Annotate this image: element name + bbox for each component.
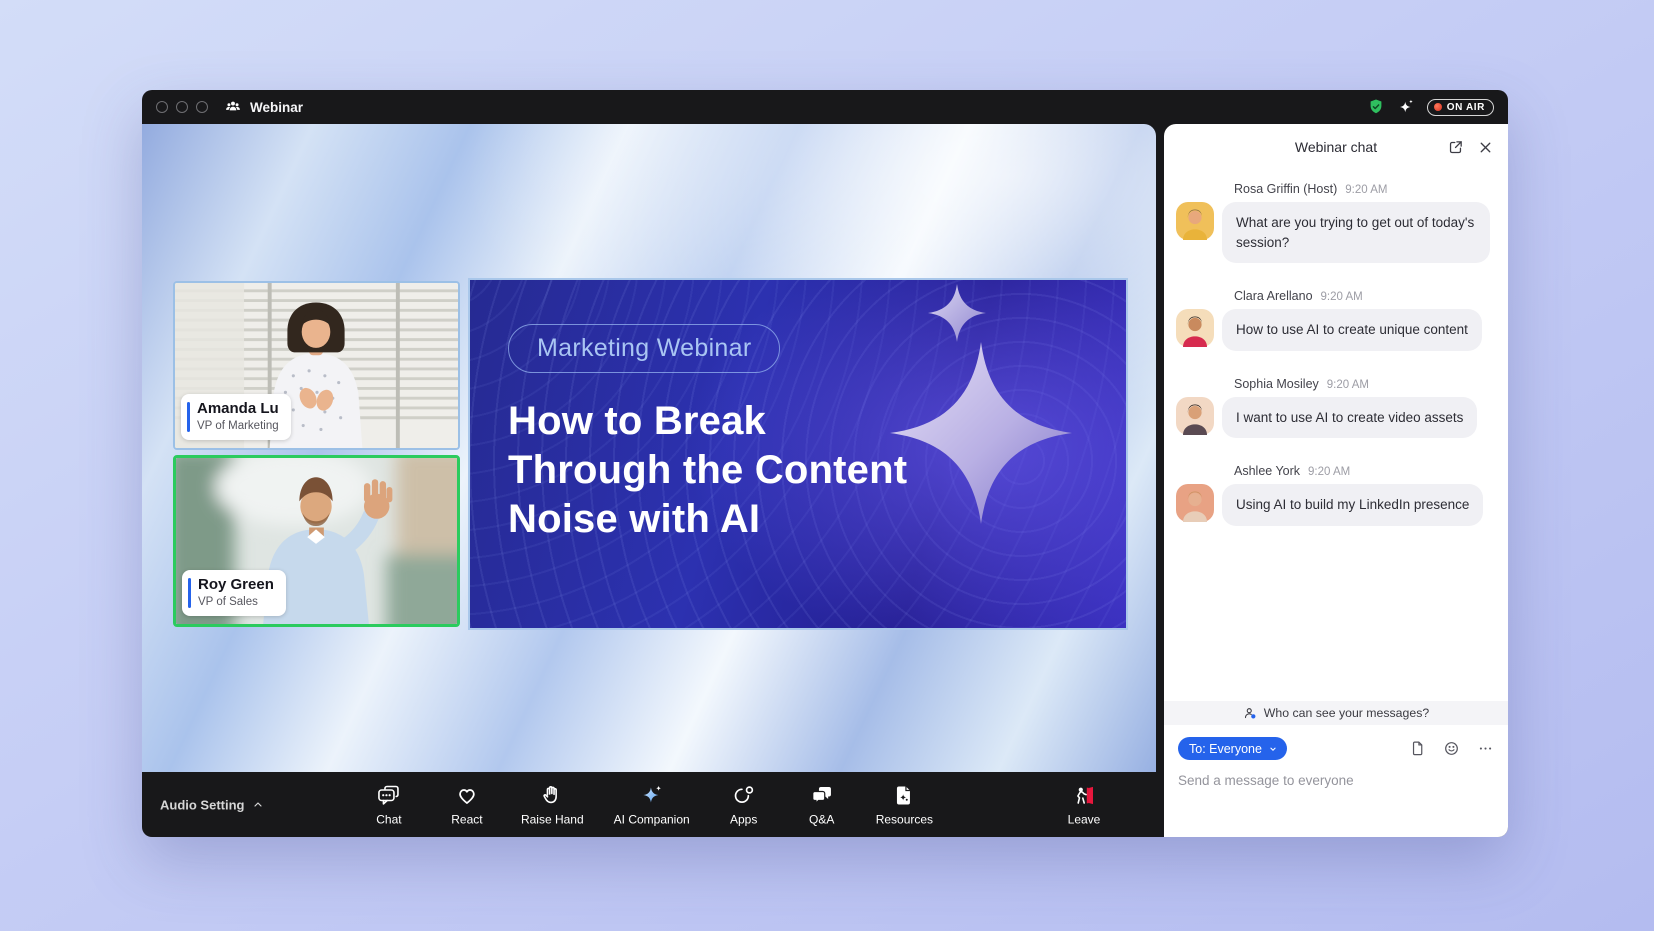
group-icon <box>224 98 242 116</box>
chat-message: Clara Arellano 9:20 AM How to use AI to c… <box>1176 289 1492 351</box>
desktop-background: Webinar ON AIR <box>0 0 1654 931</box>
message-time: 9:20 AM <box>1345 184 1387 196</box>
person-privacy-icon <box>1243 706 1258 721</box>
raised-hand-icon <box>540 783 564 807</box>
audio-setting-label: Audio Setting <box>160 797 245 812</box>
chat-message: Ashlee York 9:20 AM Using AI to build my … <box>1176 464 1492 526</box>
speaker-tile-roy[interactable]: Roy Green VP of Sales <box>173 455 460 627</box>
avatar <box>1176 484 1214 522</box>
ai-sparkle-icon <box>640 783 664 807</box>
chevron-up-icon <box>252 799 264 811</box>
avatar <box>1176 397 1214 435</box>
avatar <box>1176 309 1214 347</box>
video-stage: Amanda Lu VP of Marketing <box>142 124 1156 772</box>
sender-name: Sophia Mosiley <box>1234 377 1319 391</box>
shield-check-icon[interactable] <box>1367 98 1385 116</box>
chat-footer: Who can see your messages? To: Everyone <box>1164 701 1508 837</box>
meeting-toolbar: Audio Setting Chat React <box>142 772 1156 837</box>
composer: To: Everyone <box>1164 725 1508 837</box>
toolbar-button-raise-hand[interactable]: Raise Hand <box>521 783 584 826</box>
window-minimize-button[interactable] <box>176 101 188 113</box>
toolbar-center-buttons: Chat React Raise Hand <box>365 783 933 826</box>
window-controls <box>156 101 208 113</box>
recipient-selector[interactable]: To: Everyone <box>1178 737 1287 760</box>
nameplate-amanda: Amanda Lu VP of Marketing <box>181 394 291 440</box>
message-input[interactable] <box>1178 773 1494 788</box>
nameplate-roy: Roy Green VP of Sales <box>182 570 286 616</box>
leave-button[interactable]: Leave <box>1060 783 1108 826</box>
chat-message: Sophia Mosiley 9:20 AM I want to use AI t… <box>1176 377 1492 439</box>
chat-title: Webinar chat <box>1295 139 1377 155</box>
sender-name: Ashlee York <box>1234 464 1300 478</box>
toolbar-button-apps[interactable]: Apps <box>720 783 768 826</box>
speaker-name: Amanda Lu <box>197 401 279 418</box>
emoji-icon[interactable] <box>1443 740 1460 757</box>
recipient-label: To: Everyone <box>1189 742 1262 756</box>
toolbar-button-qa[interactable]: Q&A <box>798 783 846 826</box>
more-options-icon[interactable] <box>1477 740 1494 757</box>
privacy-note[interactable]: Who can see your messages? <box>1164 701 1508 725</box>
leave-door-icon <box>1072 783 1096 807</box>
toolbar-button-resources[interactable]: Resources <box>876 783 933 826</box>
privacy-note-label: Who can see your messages? <box>1264 706 1429 720</box>
sender-name: Clara Arellano <box>1234 289 1313 303</box>
toolbar-button-react[interactable]: React <box>443 783 491 826</box>
pop-out-icon[interactable] <box>1447 139 1464 156</box>
close-icon[interactable] <box>1477 139 1494 156</box>
slide-star-small <box>928 284 986 342</box>
chat-panel: Webinar chat Rosa Griffin (Host) 9:20 AM … <box>1164 124 1508 837</box>
shared-slide: Marketing Webinar How to Break Through t… <box>468 278 1128 630</box>
document-sparkle-icon <box>892 783 916 807</box>
message-bubble: How to use AI to create unique content <box>1222 309 1482 351</box>
audio-setting-button[interactable]: Audio Setting <box>160 797 264 812</box>
titlebar: Webinar ON AIR <box>142 90 1508 124</box>
toolbar-button-ai-companion[interactable]: AI Companion <box>614 783 690 826</box>
apps-icon <box>732 783 756 807</box>
chat-header: Webinar chat <box>1164 124 1508 170</box>
chat-bubble-icon <box>377 783 401 807</box>
on-air-dot <box>1434 103 1442 111</box>
webinar-window: Webinar ON AIR <box>142 90 1508 837</box>
slide-badge: Marketing Webinar <box>508 324 780 373</box>
window-zoom-button[interactable] <box>196 101 208 113</box>
chevron-down-icon <box>1268 744 1278 754</box>
message-time: 9:20 AM <box>1321 291 1363 303</box>
heart-icon <box>455 783 479 807</box>
on-air-badge: ON AIR <box>1427 99 1494 116</box>
avatar <box>1176 202 1214 240</box>
speaker-role: VP of Marketing <box>197 420 279 433</box>
message-bubble: Using AI to build my LinkedIn presence <box>1222 484 1483 526</box>
qa-bubbles-icon <box>810 783 834 807</box>
message-bubble: What are you trying to get out of today'… <box>1222 202 1490 263</box>
message-time: 9:20 AM <box>1308 466 1350 478</box>
slide-star-large <box>890 342 1072 524</box>
chat-message-list: Rosa Griffin (Host) 9:20 AM What are you … <box>1164 170 1508 526</box>
ai-sparkle-icon[interactable] <box>1397 98 1415 116</box>
message-time: 9:20 AM <box>1327 379 1369 391</box>
file-icon[interactable] <box>1409 740 1426 757</box>
chat-message: Rosa Griffin (Host) 9:20 AM What are you … <box>1176 182 1492 263</box>
speaker-name: Roy Green <box>198 577 274 594</box>
toolbar-button-chat[interactable]: Chat <box>365 783 413 826</box>
message-bubble: I want to use AI to create video assets <box>1222 397 1477 439</box>
speaker-role: VP of Sales <box>198 596 274 609</box>
sender-name: Rosa Griffin (Host) <box>1234 182 1337 196</box>
speaker-tile-amanda[interactable]: Amanda Lu VP of Marketing <box>173 281 460 450</box>
window-title: Webinar <box>250 100 303 115</box>
titlebar-status-area: ON AIR <box>1367 98 1494 116</box>
on-air-label: ON AIR <box>1447 102 1485 113</box>
window-close-button[interactable] <box>156 101 168 113</box>
